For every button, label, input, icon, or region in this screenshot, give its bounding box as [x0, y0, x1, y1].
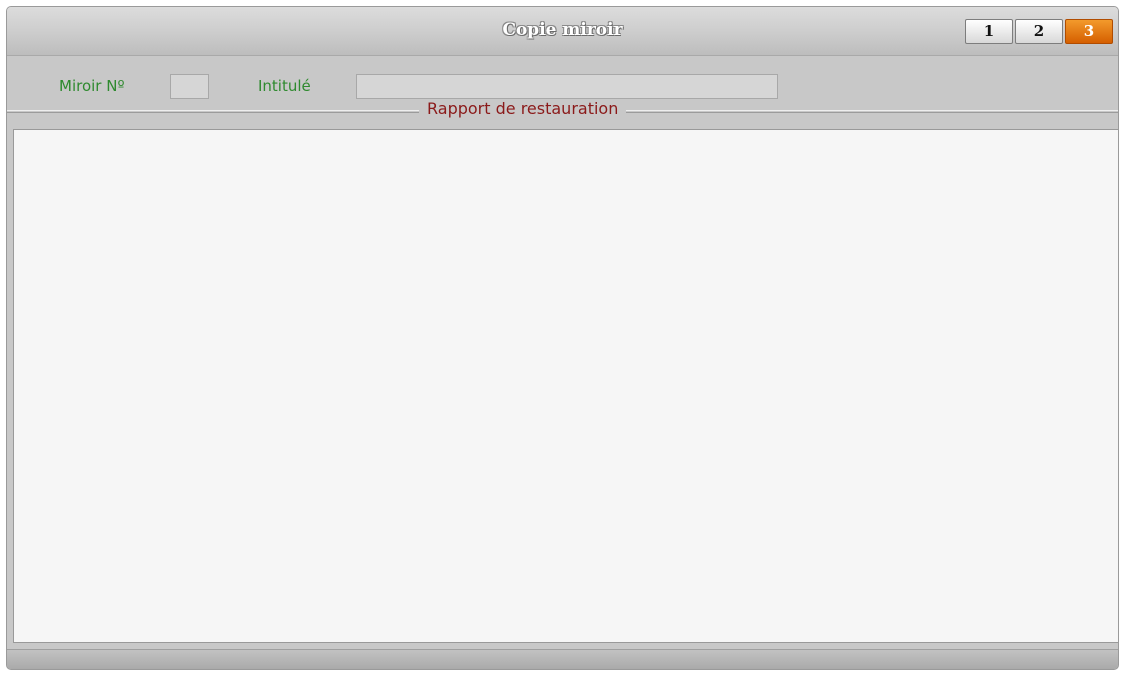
status-bar [7, 649, 1118, 669]
intitule-field[interactable] [356, 74, 778, 99]
tab-1[interactable]: 1 [965, 19, 1013, 44]
window-title: Copie miroir [502, 20, 623, 40]
miroir-number-field[interactable] [170, 74, 209, 99]
title-bar: Copie miroir 1 2 3 [7, 7, 1118, 56]
tab-3[interactable]: 3 [1065, 19, 1113, 44]
copie-miroir-window: Copie miroir 1 2 3 Miroir Nº Intitulé Ra… [6, 6, 1119, 670]
miroir-label: Miroir Nº [59, 77, 125, 95]
report-section-title: Rapport de restauration [419, 99, 627, 118]
tab-2[interactable]: 2 [1015, 19, 1063, 44]
restoration-report-panel[interactable] [13, 129, 1118, 643]
page-tabs: 1 2 3 [963, 19, 1113, 44]
intitule-label: Intitulé [258, 77, 311, 95]
